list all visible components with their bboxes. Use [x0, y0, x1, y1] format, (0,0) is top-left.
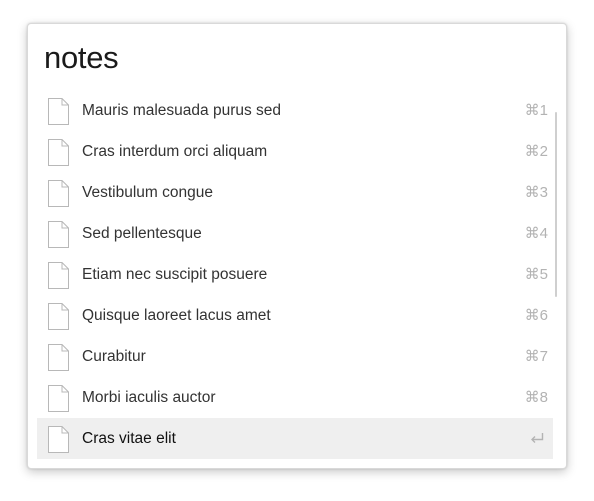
document-icon: [48, 98, 69, 125]
result-title: Morbi iaculis auctor: [82, 389, 216, 406]
result-title: Vestibulum congue: [82, 184, 213, 201]
result-item[interactable]: Sed pellentesque ⌘4: [37, 213, 553, 254]
result-title: Mauris malesuada purus sed: [82, 102, 282, 119]
result-shortcut: ⌘4: [524, 225, 548, 242]
result-item[interactable]: Vestibulum congue ⌘3: [37, 172, 553, 213]
result-shortcut: ⌘3: [524, 184, 548, 201]
document-icon: [48, 262, 69, 289]
result-shortcut: ⌘7: [524, 348, 548, 365]
launcher-window: notes Mauris malesuada purus sed ⌘1 Cras…: [27, 23, 567, 469]
result-shortcut: ⌘6: [524, 307, 548, 324]
result-item[interactable]: Morbi iaculis auctor ⌘8: [37, 377, 553, 418]
document-icon: [48, 344, 69, 371]
result-title: Sed pellentesque: [82, 225, 202, 242]
result-shortcut: ⌘1: [524, 102, 548, 119]
result-title: Curabitur: [82, 348, 146, 365]
result-title: Cras interdum orci aliquam: [82, 143, 268, 160]
scrollbar[interactable]: [555, 112, 557, 297]
document-icon: [48, 385, 69, 412]
search-query[interactable]: notes: [44, 38, 119, 78]
result-item[interactable]: Etiam nec suscipit posuere ⌘5: [37, 254, 553, 295]
results-list: Mauris malesuada purus sed ⌘1 Cras inter…: [37, 90, 553, 459]
result-title: Quisque laoreet lacus amet: [82, 307, 271, 324]
document-icon: [48, 180, 69, 207]
result-title: Etiam nec suscipit posuere: [82, 266, 268, 283]
result-item-selected[interactable]: Cras vitae elit: [37, 418, 553, 459]
return-icon: [531, 433, 544, 443]
result-item[interactable]: Mauris malesuada purus sed ⌘1: [37, 90, 553, 131]
result-shortcut: ⌘2: [524, 143, 548, 160]
document-icon: [48, 426, 69, 453]
result-title: Cras vitae elit: [82, 430, 176, 447]
document-icon: [48, 139, 69, 166]
result-item[interactable]: Cras interdum orci aliquam ⌘2: [37, 131, 553, 172]
document-icon: [48, 303, 69, 330]
document-icon: [48, 221, 69, 248]
result-shortcut: ⌘5: [524, 266, 548, 283]
result-item[interactable]: Quisque laoreet lacus amet ⌘6: [37, 295, 553, 336]
result-shortcut: ⌘8: [524, 389, 548, 406]
result-item[interactable]: Curabitur ⌘7: [37, 336, 553, 377]
